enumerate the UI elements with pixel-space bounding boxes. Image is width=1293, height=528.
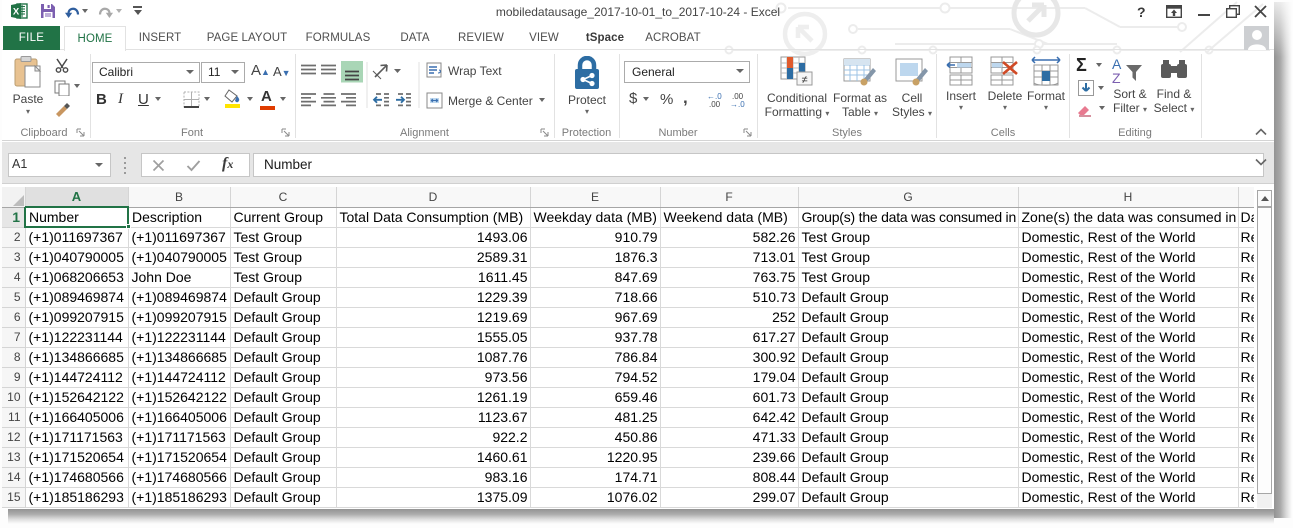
svg-text:.00: .00 [709,100,721,107]
svg-text:≠: ≠ [801,74,807,86]
svg-text:Z: Z [1112,70,1121,84]
svg-text:→.0: →.0 [730,100,745,107]
